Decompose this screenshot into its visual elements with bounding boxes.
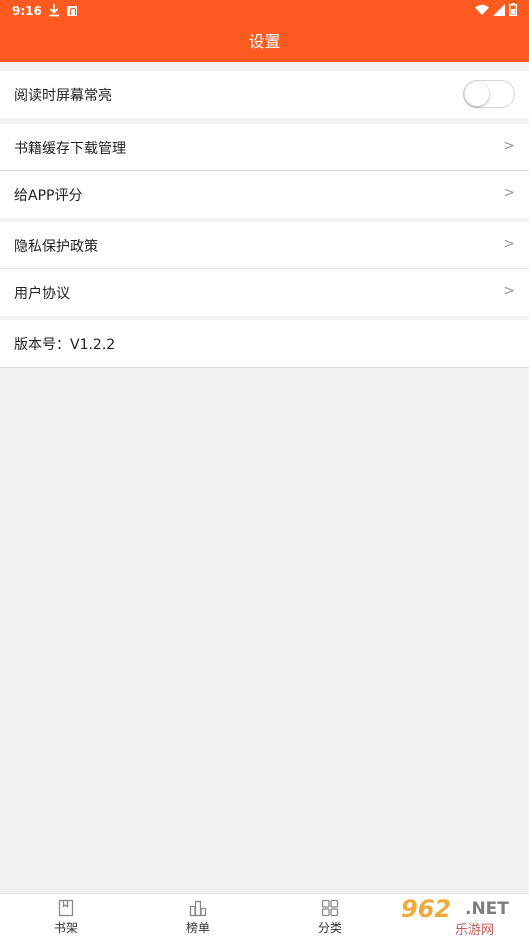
accessibility-icon	[67, 6, 77, 16]
keep-screen-on-toggle[interactable]	[463, 80, 515, 108]
chevron-right-icon: >	[503, 138, 515, 154]
privacy-policy-label: 隐私保护政策	[14, 239, 98, 255]
chevron-right-icon: >	[503, 283, 515, 299]
chevron-right-icon: >	[503, 236, 515, 252]
legal-group: 隐私保护政策 > 用户协议 >	[0, 222, 529, 316]
user-agreement-row[interactable]: 用户协议 >	[0, 269, 529, 316]
wifi-icon	[475, 4, 489, 19]
status-bar: 9:16	[0, 0, 529, 22]
version-row: 版本号：V1.2.2	[0, 320, 529, 367]
version-group: 版本号：V1.2.2	[0, 320, 529, 368]
toggle-knob	[465, 82, 489, 106]
tab-label: 书架	[53, 921, 78, 935]
site-watermark-logo: 962 .NET 乐游网	[395, 895, 525, 940]
user-agreement-label: 用户协议	[14, 286, 70, 302]
tab-bookshelf[interactable]: 书架	[0, 894, 132, 940]
tab-category[interactable]: 分类	[264, 894, 396, 940]
chevron-right-icon: >	[503, 185, 515, 201]
page-title: 设置	[248, 32, 281, 51]
ranking-icon	[189, 899, 207, 917]
keep-screen-on-label: 阅读时屏幕常亮	[14, 88, 112, 104]
keep-screen-on-row: 阅读时屏幕常亮	[0, 71, 529, 118]
app-bar: 设置	[0, 22, 529, 62]
version-label: 版本号：V1.2.2	[14, 337, 116, 353]
app-settings-group: 书籍缓存下载管理 > 给APP评分 >	[0, 124, 529, 218]
signal-icon	[493, 3, 505, 19]
tab-label: 分类	[317, 921, 342, 935]
download-icon	[48, 3, 60, 20]
watermark-suffix: .NET	[465, 899, 509, 919]
tab-ranking[interactable]: 榜单	[132, 894, 264, 940]
rate-app-row[interactable]: 给APP评分 >	[0, 171, 529, 218]
cache-download-row[interactable]: 书籍缓存下载管理 >	[0, 124, 529, 171]
tab-label: 榜单	[185, 921, 210, 935]
cache-download-label: 书籍缓存下载管理	[14, 141, 126, 157]
rate-app-label: 给APP评分	[14, 188, 83, 204]
status-time: 9:16	[12, 4, 42, 18]
privacy-policy-row[interactable]: 隐私保护政策 >	[0, 222, 529, 269]
battery-icon	[509, 3, 517, 19]
watermark-subtitle: 乐游网	[453, 919, 497, 938]
watermark-number: 962	[401, 895, 452, 923]
category-icon	[321, 899, 339, 917]
bookshelf-icon	[57, 899, 75, 917]
display-settings-group: 阅读时屏幕常亮	[0, 71, 529, 118]
